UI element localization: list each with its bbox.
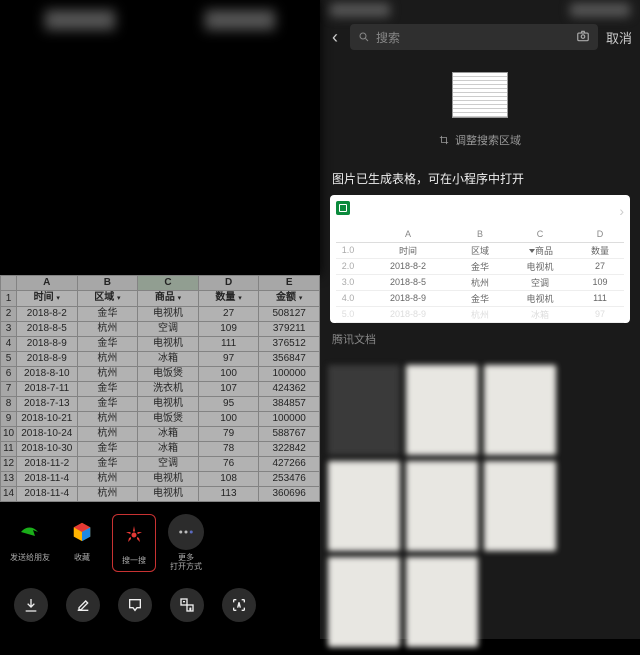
gallery-item[interactable] [406,365,478,455]
cancel-button[interactable]: 取消 [606,28,632,47]
cube-icon [71,521,93,543]
gallery-item[interactable] [328,557,400,647]
gallery [320,357,640,655]
chevron-right-icon: › [619,203,624,219]
back-button[interactable]: ‹ [328,27,342,48]
gallery-item[interactable] [328,461,400,551]
gallery-item[interactable] [406,557,478,647]
right-blurred-status [320,0,640,20]
camera-icon[interactable] [576,29,590,46]
gallery-item[interactable] [406,461,478,551]
ocr-button[interactable] [222,588,256,622]
edit-button[interactable] [66,588,100,622]
spark-icon [122,523,146,547]
left-blurred-header [0,0,320,275]
gallery-item[interactable] [484,461,556,551]
search-icon [358,31,370,43]
share-bar: 发送给朋友 收藏 搜一搜 更多 打开方式 [0,502,320,578]
crop-icon [439,135,449,145]
spreadsheet: ABCDE1时间 ▾区域 ▾商品 ▾数量 ▾金额 ▾22018-8-2金华电视机… [0,275,320,502]
provider-label: 腾讯文档 [320,323,640,357]
share-collect[interactable]: 收藏 [60,514,104,572]
adjust-region-button[interactable]: 调整搜索区域 [439,132,521,148]
gallery-item[interactable] [484,365,556,455]
tool-row [0,578,320,630]
translate-button[interactable] [170,588,204,622]
share-more[interactable]: 更多 打开方式 [164,514,208,572]
search-row: ‹ 搜索 取消 [320,20,640,54]
preview-area: 调整搜索区域 [320,54,640,160]
left-pane: ABCDE1时间 ▾区域 ▾商品 ▾数量 ▾金额 ▾22018-8-2金华电视机… [0,0,320,639]
result-card[interactable]: › ABCD1.0时间区域商品数量2.02018-8-2金华电视机273.020… [330,195,630,323]
share-send[interactable]: 发送给朋友 [8,514,52,572]
mini-table: ABCD1.0时间区域商品数量2.02018-8-2金华电视机273.02018… [336,226,624,323]
share-scan[interactable]: 搜一搜 [112,514,156,572]
share-arrow-icon [18,520,42,544]
preview-thumbnail[interactable] [452,72,508,118]
download-button[interactable] [14,588,48,622]
gallery-item[interactable] [328,365,400,455]
doc-icon [336,201,350,215]
search-input[interactable]: 搜索 [350,24,598,50]
comment-button[interactable] [118,588,152,622]
dots-icon [177,523,195,541]
result-note: 图片已生成表格，可在小程序中打开 [320,160,640,195]
right-pane: ‹ 搜索 取消 调整搜索区域 图片已生成表格，可在小程序中打开 › ABCD1.… [320,0,640,639]
